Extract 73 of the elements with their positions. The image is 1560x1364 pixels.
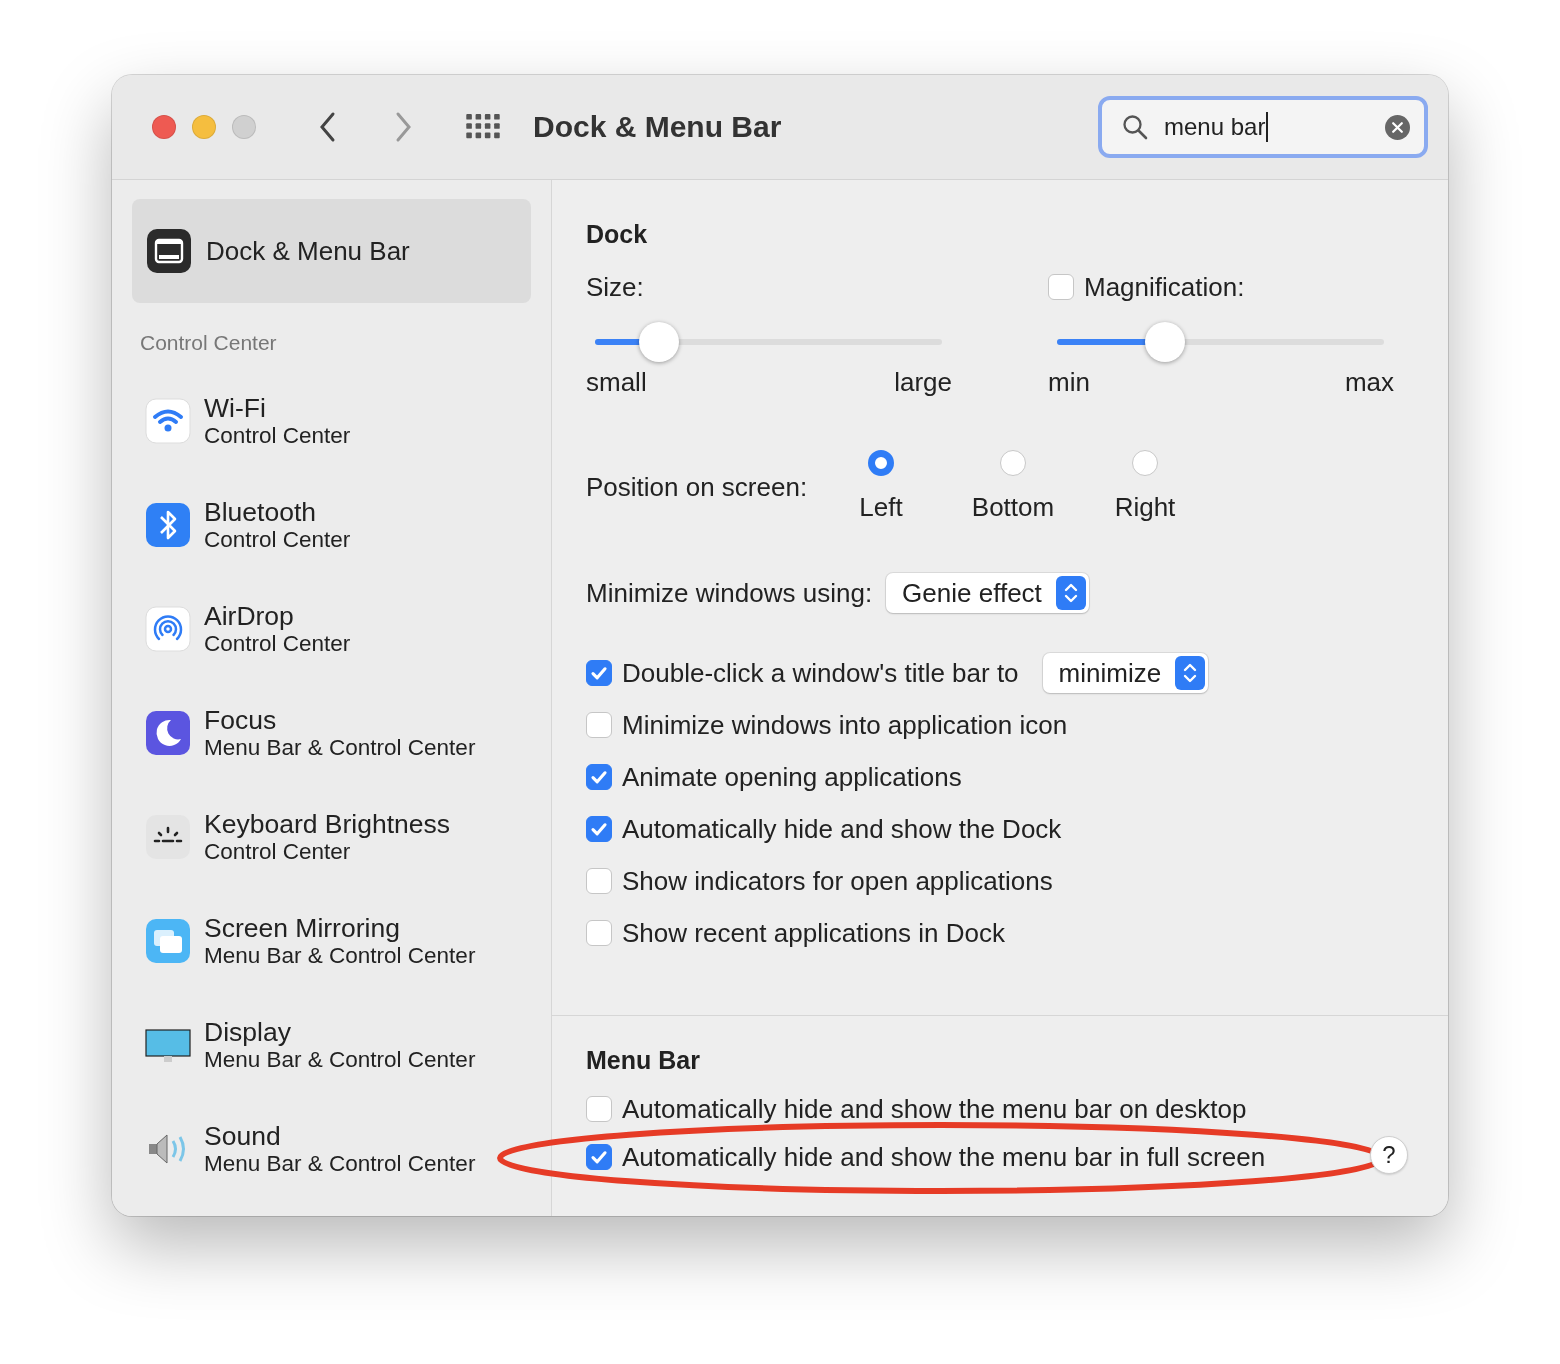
grid-icon[interactable] [465, 114, 501, 140]
slider-min-label: small [586, 367, 647, 398]
sidebar-item-subtitle: Control Center [204, 839, 352, 865]
sidebar-item-title[interactable]: Keyboard Brightness [204, 809, 450, 839]
search-field[interactable]: menu bar [1098, 96, 1428, 158]
sidebar-item-subtitle: Control Center [204, 631, 351, 657]
sidebar-item-title[interactable]: Wi-Fi [204, 393, 351, 423]
sidebar-item-subtitle: Menu Bar & Control Center [204, 1047, 476, 1073]
size-label: Size: [586, 271, 644, 303]
checkbox-label: Double-click a window's title bar to [622, 657, 1019, 689]
checkbox-label: Automatically hide and show the Dock [622, 813, 1062, 845]
brightness-icon [145, 814, 191, 860]
sidebar-item-title[interactable]: Sound [204, 1121, 476, 1151]
radio-label: Right [1114, 492, 1176, 523]
minimize-label: Minimize windows using: [586, 577, 873, 609]
stepper-icon [1175, 656, 1206, 690]
magnification-label: Magnification: [1084, 271, 1245, 303]
sidebar-item-title[interactable]: Bluetooth [204, 497, 351, 527]
sidebar-item-title[interactable]: Focus [204, 705, 476, 735]
sidebar-item[interactable]: Dock & Menu Bar [132, 199, 531, 303]
clear-icon[interactable] [1385, 114, 1410, 140]
position-label: Position on screen: [586, 472, 809, 503]
screen-mirroring-icon [145, 918, 191, 964]
slider-max-label: max [1344, 367, 1394, 398]
checkbox-label: Minimize windows into application icon [622, 709, 1068, 741]
checkbox-label: Show indicators for open applications [622, 865, 1053, 897]
slider-thumb[interactable] [639, 322, 680, 362]
sidebar-item-title[interactable]: Display [204, 1017, 476, 1047]
checkbox[interactable] [1048, 274, 1074, 300]
close-button[interactable] [152, 115, 176, 139]
section-heading: Dock [586, 220, 649, 249]
action-dropdown[interactable]: minimize [1042, 653, 1209, 693]
radio-label: Bottom [971, 492, 1055, 523]
radio-button[interactable] [1132, 450, 1158, 476]
checkbox[interactable] [586, 1144, 612, 1170]
checkbox[interactable] [586, 764, 612, 790]
checkbox[interactable] [586, 816, 612, 842]
sidebar-item-subtitle: Control Center [204, 527, 351, 553]
sidebar-item-title[interactable]: Screen Mirroring [204, 913, 476, 943]
airdrop-icon [145, 606, 191, 652]
minimize-button[interactable] [192, 115, 216, 139]
help-button[interactable]: ? [1370, 1136, 1408, 1174]
dock-icon [146, 228, 192, 274]
stepper-icon [1055, 576, 1086, 610]
slider-min-label: min [1048, 367, 1090, 398]
sidebar-item-subtitle: Control Center [204, 423, 351, 449]
window-title: Dock & Menu Bar [533, 110, 782, 144]
radio-button[interactable] [1000, 450, 1026, 476]
checkbox[interactable] [586, 868, 612, 894]
moon-icon [145, 710, 191, 756]
checkbox-label: Animate opening applications [622, 761, 962, 793]
bluetooth-icon [145, 502, 191, 548]
checkbox[interactable] [586, 920, 612, 946]
section-heading: Menu Bar [586, 1046, 701, 1075]
sidebar-item-subtitle: Menu Bar & Control Center [204, 943, 476, 969]
sidebar-item-subtitle: Menu Bar & Control Center [204, 735, 476, 761]
slider-max-label: large [894, 367, 952, 398]
checkbox[interactable] [586, 1096, 612, 1122]
effect-dropdown[interactable]: Genie effect [886, 573, 1089, 613]
search-icon [1122, 114, 1148, 140]
sidebar-item-subtitle: Menu Bar & Control Center [204, 1151, 476, 1177]
checkbox[interactable] [586, 660, 612, 686]
slider-thumb[interactable] [1144, 322, 1185, 362]
zoom-button[interactable] [232, 115, 256, 139]
radio-button[interactable] [868, 450, 894, 476]
checkbox[interactable] [586, 712, 612, 738]
section-header: Control Center [140, 331, 278, 355]
wifi-icon [145, 398, 191, 444]
sidebar-item-title[interactable]: AirDrop [204, 601, 351, 631]
checkbox-label: Automatically hide and show the menu bar in full screen [622, 1141, 1266, 1173]
radio-label: Left [859, 492, 903, 523]
checkbox-label: Show recent applications in Dock [622, 917, 1005, 949]
checkbox-label: Automatically hide and show the menu bar on desktop [622, 1093, 1247, 1125]
